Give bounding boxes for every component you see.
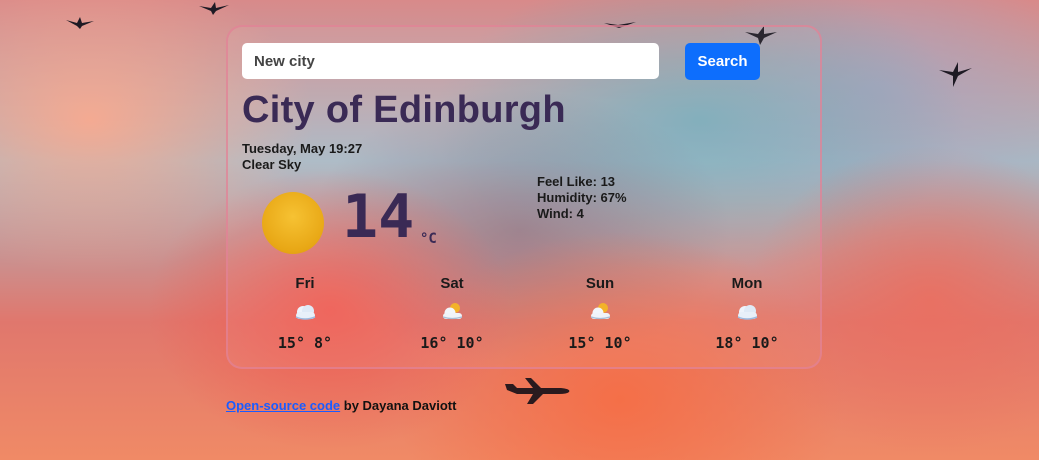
partly-sunny-icon xyxy=(402,300,502,328)
forecast-temps: 18° 10° xyxy=(715,334,779,352)
open-source-link[interactable]: Open-source code xyxy=(226,398,340,413)
humidity: Humidity: 67% xyxy=(537,190,627,205)
weather-details: Feel Like: 13 Humidity: 67% Wind: 4 xyxy=(537,174,627,222)
search-button[interactable]: Search xyxy=(685,43,760,80)
forecast-day-name: Sun xyxy=(585,275,615,292)
current-temperature: 14 xyxy=(342,182,415,252)
bird-icon xyxy=(938,60,974,91)
city-search-input[interactable] xyxy=(242,43,659,79)
footer-author: by Dayana Daviott xyxy=(340,398,457,413)
airplane-icon xyxy=(503,376,573,411)
forecast-day: Mon 18° 10° xyxy=(697,275,797,352)
weather-description: Clear Sky xyxy=(242,157,302,172)
forecast-day: Sat 16° 10° xyxy=(402,275,502,352)
footer: Open-source code by Dayana Daviott xyxy=(226,398,456,413)
forecast-day: Sun 15° 10° xyxy=(550,275,650,352)
cloudy-icon xyxy=(697,300,797,328)
forecast: Fri 15° 8° Sat 16° 10° Sun 15° 10° Mon 1… xyxy=(228,275,824,355)
forecast-day-name: Mon xyxy=(731,275,763,292)
forecast-day: Fri 15° 8° xyxy=(255,275,355,352)
temperature-unit: °C xyxy=(420,231,437,247)
forecast-day-name: Fri xyxy=(295,275,315,292)
partly-sunny-icon xyxy=(550,300,650,328)
forecast-temps: 16° 10° xyxy=(420,334,484,352)
date-time: Tuesday, May 19:27 xyxy=(242,141,363,156)
sun-icon xyxy=(262,192,324,254)
cloudy-icon xyxy=(255,300,355,328)
wind-speed: Wind: 4 xyxy=(537,206,584,221)
forecast-temps: 15° 10° xyxy=(568,334,632,352)
weather-card: Search City of Edinburgh Tuesday, May 19… xyxy=(226,25,822,369)
bird-icon xyxy=(65,14,95,33)
feels-like: Feel Like: 13 xyxy=(537,174,616,189)
bird-icon xyxy=(198,0,230,19)
forecast-day-name: Sat xyxy=(440,275,464,292)
city-name: City of Edinburgh xyxy=(242,89,566,131)
forecast-temps: 15° 8° xyxy=(277,334,333,352)
